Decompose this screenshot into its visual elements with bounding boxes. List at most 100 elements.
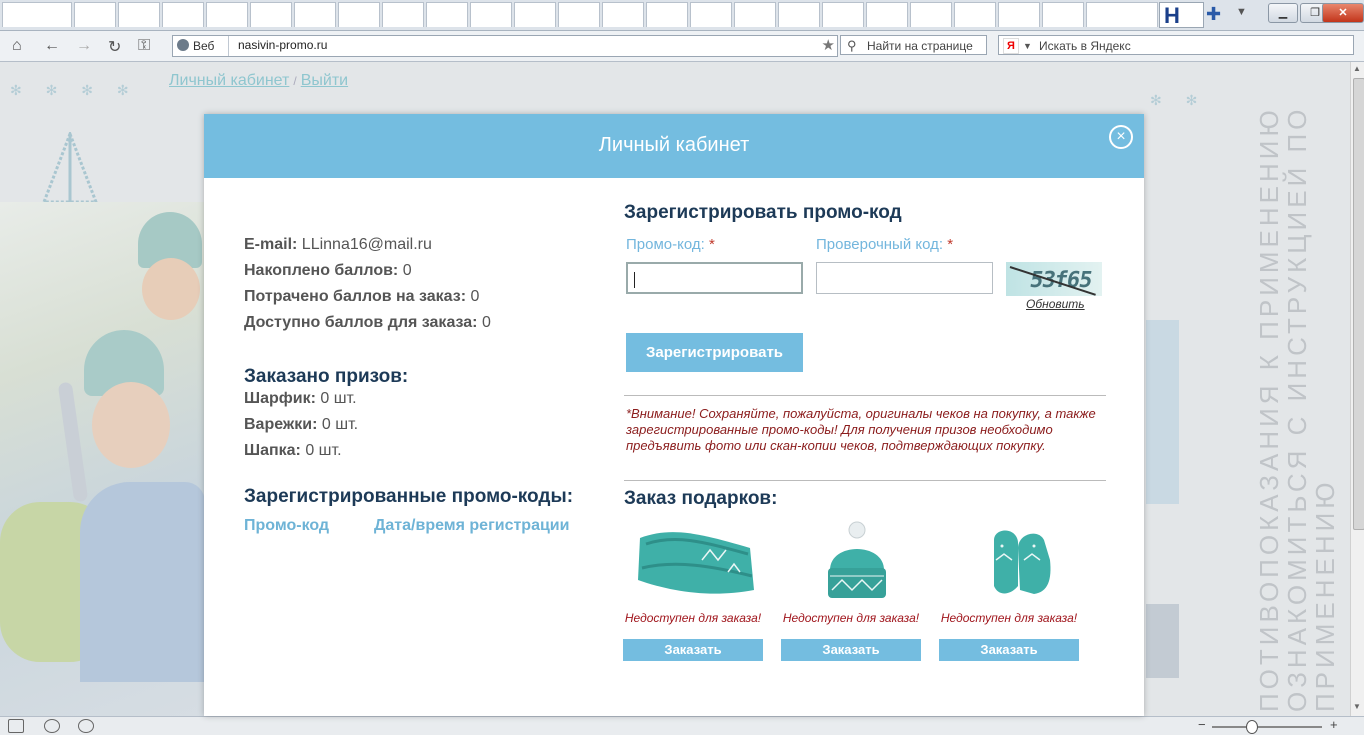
ordered-title: Заказано призов: <box>244 366 409 387</box>
yandex-search-field[interactable]: Я ▼ Искать в Яндекс <box>998 35 1354 55</box>
minimize-button[interactable]: ▁ <box>1268 3 1298 23</box>
register-title: Зарегистрировать промо-код <box>624 202 902 223</box>
find-in-page-field[interactable]: ⚲ Найти на странице <box>840 35 987 55</box>
address-text[interactable]: nasivin-promo.ru <box>238 38 327 52</box>
available-value: 0 <box>481 314 491 331</box>
browser-tab[interactable] <box>690 2 732 27</box>
browser-tab[interactable] <box>514 2 556 27</box>
home-icon[interactable]: ⌂ <box>12 37 22 55</box>
family-photo <box>0 202 205 716</box>
accumulated-label: Накоплено баллов: <box>244 262 399 279</box>
browser-tab[interactable] <box>1042 2 1084 27</box>
order-hat-button[interactable]: Заказать <box>781 639 921 661</box>
chevron-down-icon[interactable]: ▼ <box>1023 36 1032 56</box>
divider <box>624 480 1106 481</box>
page-scrollbar[interactable]: ▲ ▼ <box>1350 62 1364 716</box>
photo-face <box>142 258 200 320</box>
required-mark: * <box>947 236 954 253</box>
reload-icon[interactable]: ↻ <box>108 37 121 57</box>
browser-tab[interactable] <box>338 2 380 27</box>
browser-tab[interactable] <box>382 2 424 27</box>
snowflake-pattern-icon: ✻ ✻ ✻ ✻ <box>10 82 139 98</box>
order-mittens-button[interactable]: Заказать <box>939 639 1079 661</box>
address-bar[interactable]: Веб nasivin-promo.ru ★ <box>172 35 838 57</box>
browser-tab[interactable] <box>294 2 336 27</box>
close-icon[interactable]: × <box>1109 125 1133 149</box>
close-window-button[interactable]: ✕ <box>1322 3 1364 23</box>
browser-tab[interactable] <box>646 2 688 27</box>
check-code-label: Проверочный код: * <box>816 236 953 253</box>
browser-tab[interactable] <box>426 2 468 27</box>
gifts-title: Заказ подарков: <box>624 488 778 509</box>
key-icon[interactable]: ⚿ <box>138 37 150 55</box>
divider <box>624 395 1106 396</box>
status-bar: − + <box>0 716 1364 735</box>
photo-jacket <box>80 482 205 682</box>
promo-code-label-text: Промо-код: <box>626 236 705 253</box>
check-code-input[interactable] <box>816 262 993 294</box>
captcha-refresh-link[interactable]: Обновить <box>1026 297 1085 311</box>
browser-tab[interactable] <box>734 2 776 27</box>
register-button[interactable]: Зарегистрировать <box>626 333 803 372</box>
zoom-slider[interactable] <box>1212 726 1322 728</box>
browser-tab[interactable] <box>118 2 160 27</box>
column-promo-code[interactable]: Промо-код <box>244 517 329 535</box>
browser-tab[interactable] <box>602 2 644 27</box>
browser-tab[interactable] <box>162 2 204 27</box>
background-panel <box>1146 604 1179 678</box>
active-tab[interactable]: H <box>1159 2 1204 28</box>
ski-icon <box>57 381 89 503</box>
ordered-item-label: Шапка: <box>244 442 301 459</box>
browser-tab[interactable] <box>470 2 512 27</box>
accumulated-value: 0 <box>402 262 412 279</box>
zoom-slider-handle[interactable] <box>1246 720 1258 734</box>
browser-tab[interactable] <box>2 2 72 27</box>
promo-code-input[interactable] <box>626 262 803 294</box>
browser-tab[interactable] <box>866 2 908 27</box>
panel-toggle-icon[interactable] <box>8 719 24 733</box>
browser-tab[interactable] <box>250 2 292 27</box>
browser-tab[interactable] <box>822 2 864 27</box>
scroll-down-icon[interactable]: ▼ <box>1353 702 1361 711</box>
breadcrumb-separator: / <box>293 74 297 88</box>
site-badge-label: Веб <box>193 39 215 53</box>
forward-icon[interactable]: → <box>76 37 92 55</box>
email-row: E-mail: LLinna16@mail.ru <box>244 236 432 254</box>
browser-tab[interactable] <box>206 2 248 27</box>
site-badge[interactable]: Веб <box>173 36 229 56</box>
text-caret <box>634 272 635 288</box>
warning-text: *Внимание! Сохраняйте, пожалуйста, ориги… <box>626 406 1096 453</box>
speed-dial-icon[interactable] <box>78 719 94 733</box>
browser-tab[interactable] <box>778 2 820 27</box>
new-tab-icon[interactable]: ✚ <box>1206 4 1221 25</box>
background-panel <box>1146 320 1179 504</box>
zoom-in-icon[interactable]: + <box>1330 717 1338 732</box>
tab-menu-icon[interactable]: ▼ <box>1236 6 1247 18</box>
ordered-item-mittens: Варежки: 0 шт. <box>244 416 358 434</box>
column-registration-date[interactable]: Дата/время регистрации <box>374 517 569 535</box>
scarf-image <box>638 532 754 594</box>
browser-tab[interactable] <box>910 2 952 27</box>
ordered-item-label: Варежки: <box>244 416 318 433</box>
browser-tab[interactable] <box>74 2 116 27</box>
scroll-up-icon[interactable]: ▲ <box>1353 64 1361 73</box>
modal-header: Личный кабинет × <box>204 114 1144 178</box>
available-row: Доступно баллов для заказа: 0 <box>244 314 491 332</box>
required-mark: * <box>708 236 715 253</box>
cabinet-modal: Личный кабинет × E-mail: LLinna16@mail.r… <box>204 114 1144 716</box>
scroll-thumb[interactable] <box>1353 78 1364 530</box>
order-scarf-button[interactable]: Заказать <box>623 639 763 661</box>
bookmark-star-icon[interactable]: ★ <box>822 36 835 54</box>
browser-tab[interactable] <box>558 2 600 27</box>
cabinet-link[interactable]: Личный кабинет <box>169 72 289 89</box>
email-label: E-mail: <box>244 236 298 253</box>
spent-row: Потрачено баллов на заказ: 0 <box>244 288 479 306</box>
browser-tab[interactable] <box>954 2 996 27</box>
zoom-out-icon[interactable]: − <box>1198 717 1206 732</box>
snowflake-pattern-icon: ✻ ✻ <box>1150 92 1208 108</box>
browser-tab[interactable] <box>998 2 1040 27</box>
back-icon[interactable]: ← <box>44 37 60 55</box>
turbo-icon[interactable] <box>44 719 60 733</box>
browser-tab[interactable] <box>1086 2 1158 27</box>
logout-link[interactable]: Выйти <box>301 72 348 89</box>
